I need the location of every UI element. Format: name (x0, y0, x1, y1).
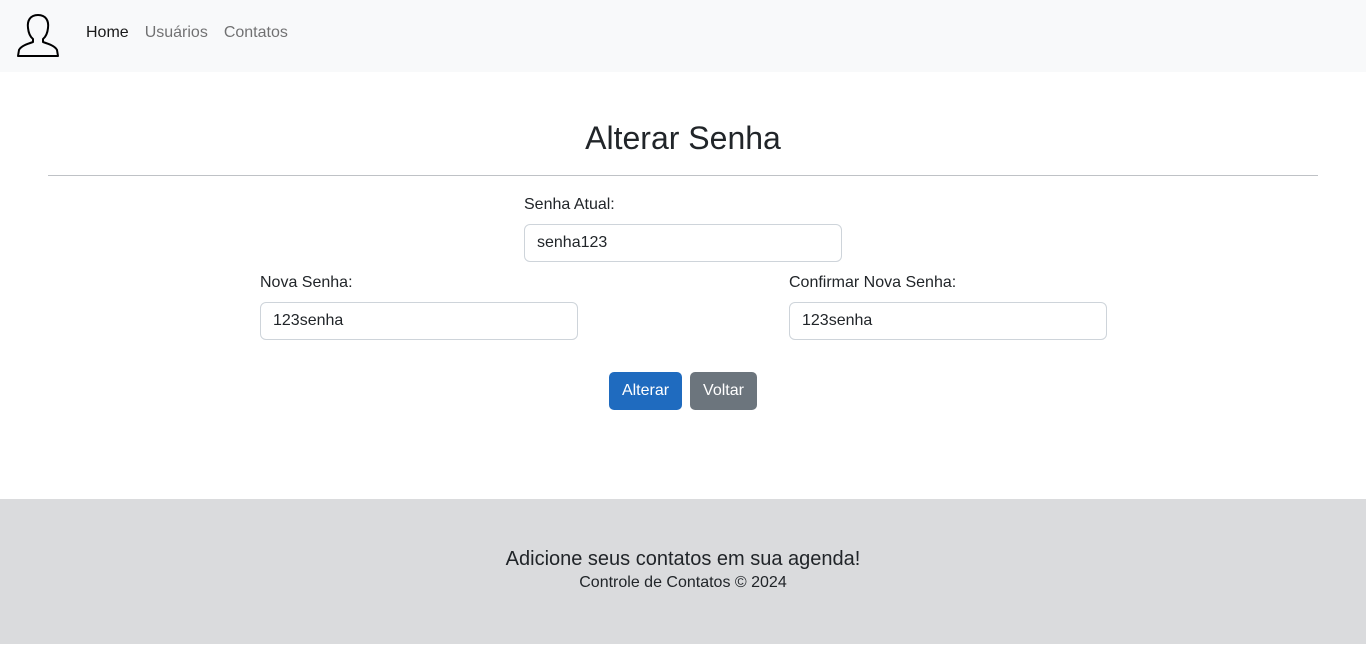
nav-link-home[interactable]: Home (86, 24, 129, 42)
footer-copyright: Controle de Contatos © 2024 (579, 574, 787, 591)
user-silhouette-icon[interactable] (16, 12, 60, 58)
alterar-button[interactable]: Alterar (609, 372, 682, 410)
current-password-label: Senha Atual: (524, 196, 615, 213)
confirm-password-label: Confirmar Nova Senha: (789, 274, 957, 291)
nav-links: Home Usuários Contatos (86, 24, 288, 42)
current-password-input[interactable] (524, 224, 842, 262)
new-password-label: Nova Senha: (260, 274, 353, 291)
page-title: Alterar Senha (585, 120, 781, 156)
new-password-input[interactable] (260, 302, 578, 340)
navbar: Home Usuários Contatos (0, 0, 1366, 72)
nav-link-usuarios[interactable]: Usuários (145, 24, 208, 42)
footer-heading: Adicione seus contatos em sua agenda! (505, 548, 861, 570)
confirm-password-input[interactable] (789, 302, 1107, 340)
nav-link-contatos[interactable]: Contatos (224, 24, 288, 42)
title-divider (48, 175, 1318, 176)
voltar-button[interactable]: Voltar (690, 372, 757, 410)
footer: Adicione seus contatos em sua agenda! Co… (0, 499, 1366, 644)
